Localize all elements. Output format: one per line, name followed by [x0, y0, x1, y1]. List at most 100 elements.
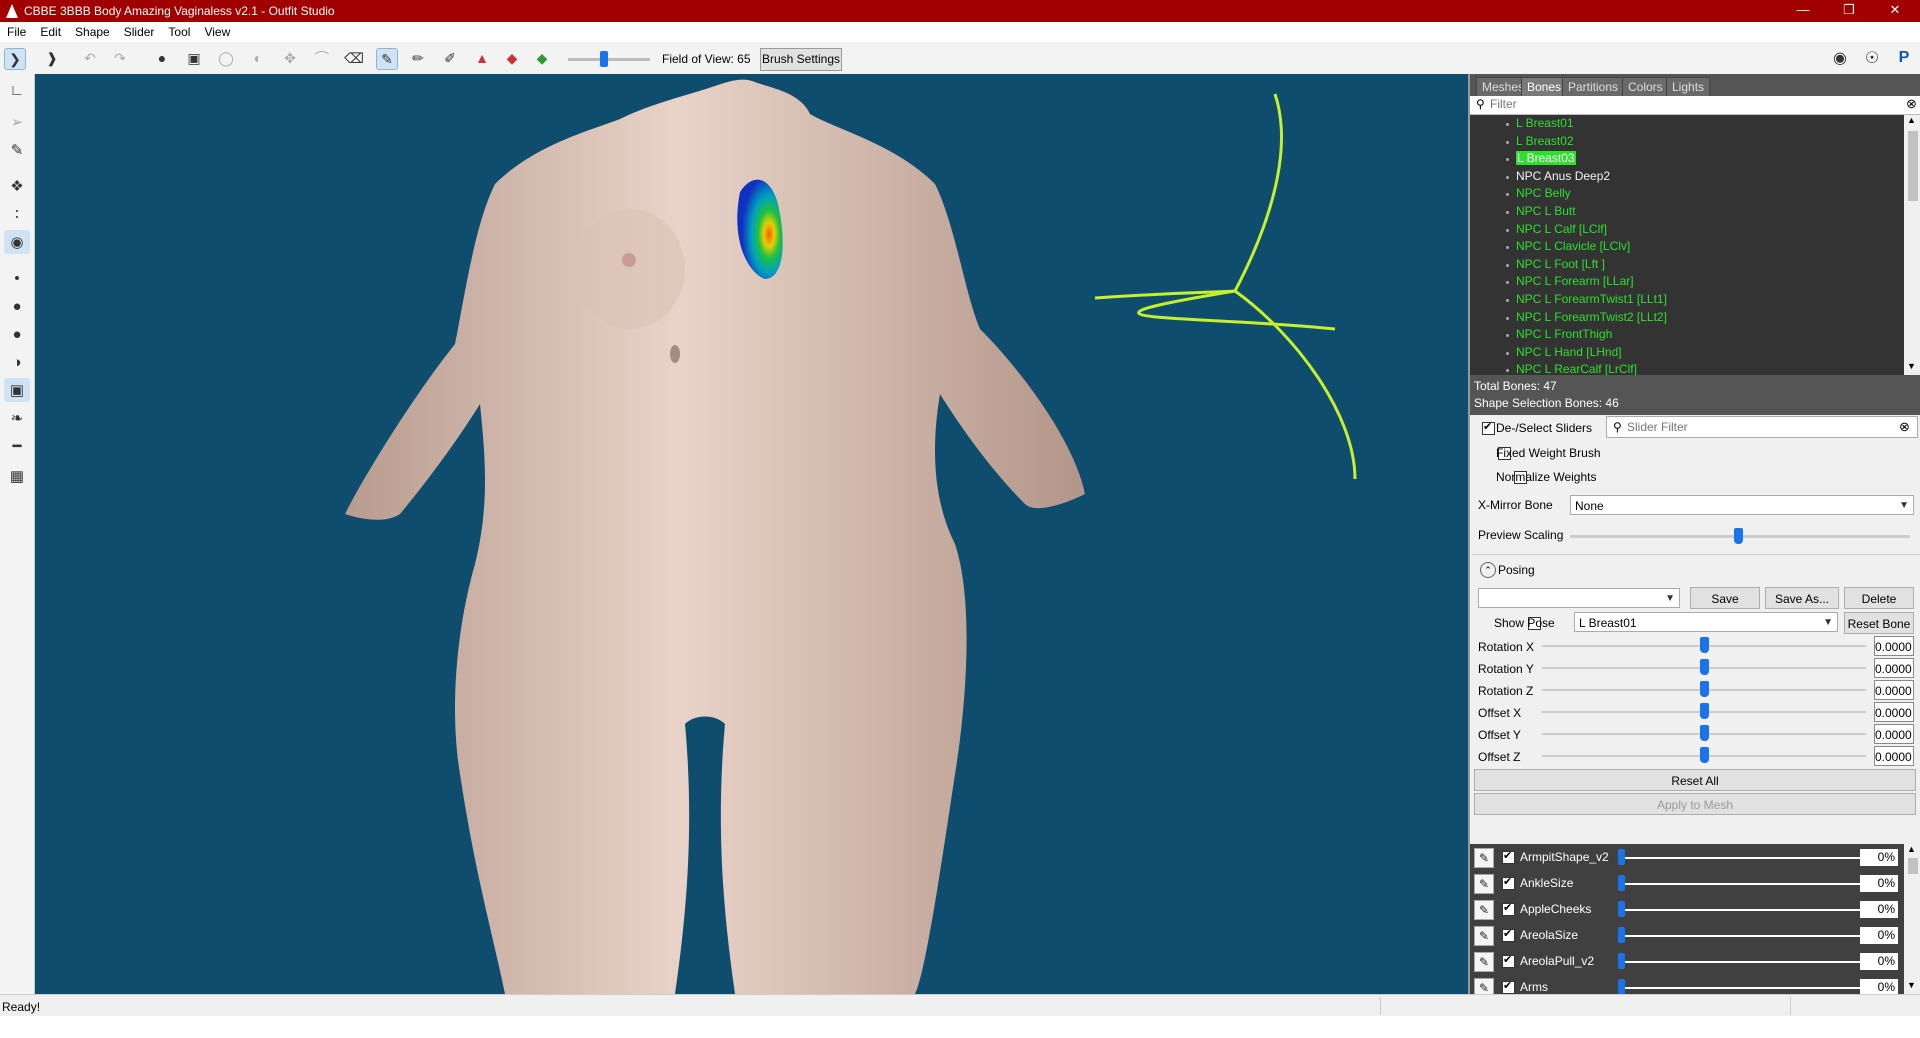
brush-size-medium-icon[interactable]: ●: [4, 294, 30, 318]
minimize-button[interactable]: —: [1780, 2, 1826, 20]
xmirror-dropdown[interactable]: None ▼: [1570, 495, 1914, 515]
chevron-up-icon[interactable]: ⌃: [1480, 562, 1496, 578]
menu-tool[interactable]: Tool: [161, 22, 197, 39]
preview-scaling-slider[interactable]: [1734, 528, 1743, 544]
slider-value[interactable]: 0%: [1860, 979, 1898, 994]
slider-thumb[interactable]: [1618, 927, 1625, 943]
slider-checkbox[interactable]: [1502, 927, 1515, 942]
slider-value[interactable]: 0%: [1860, 901, 1898, 918]
list-item[interactable]: NPC L ForearmTwist1 [LLt1]: [1470, 291, 1904, 309]
collapse-vertex-icon[interactable]: ▲: [472, 48, 492, 68]
transform-tool-icon[interactable]: ❱: [42, 48, 62, 68]
scroll-down-icon[interactable]: ▼: [1907, 361, 1916, 371]
point-display-icon[interactable]: ◉: [4, 230, 30, 254]
pivot-icon[interactable]: ❖: [4, 174, 30, 198]
list-item[interactable]: L Breast01: [1470, 115, 1904, 133]
maximize-button[interactable]: ❐: [1826, 2, 1872, 20]
list-item[interactable]: NPC Anus Deep2: [1470, 168, 1904, 186]
brush-settings-button[interactable]: Brush Settings: [760, 48, 842, 71]
tab-partitions[interactable]: Partitions: [1562, 77, 1625, 97]
menu-view[interactable]: View: [197, 22, 237, 39]
clear-filter-icon[interactable]: ⊗: [1906, 96, 1917, 112]
vertex-select-icon[interactable]: ∶: [4, 202, 30, 226]
redo-icon[interactable]: ↷: [110, 48, 130, 68]
rotation-x-slider[interactable]: [1700, 637, 1709, 653]
rotation-y-value[interactable]: 0.0000: [1874, 658, 1914, 678]
slider-thumb[interactable]: [1618, 849, 1625, 865]
axis-icon[interactable]: ∟: [4, 78, 30, 102]
slider-thumb[interactable]: [1618, 901, 1625, 917]
smooth-brush-icon[interactable]: ⌒: [312, 48, 332, 68]
scroll-thumb[interactable]: [1908, 131, 1918, 201]
bone-icon[interactable]: ❧: [4, 406, 30, 430]
fov-slider[interactable]: [600, 51, 608, 67]
slider-value[interactable]: 0%: [1860, 927, 1898, 944]
scroll-down-icon[interactable]: ▼: [1907, 980, 1916, 990]
cube-icon[interactable]: ▣: [4, 378, 30, 402]
bone-list[interactable]: L Breast01 L Breast02 L Breast03 NPC Anu…: [1470, 115, 1904, 375]
offset-x-slider[interactable]: [1700, 703, 1709, 719]
list-item[interactable]: NPC L Clavicle [LClv]: [1470, 238, 1904, 256]
rotation-y-slider[interactable]: [1700, 659, 1709, 675]
menu-edit[interactable]: Edit: [33, 22, 68, 39]
reset-bone-button[interactable]: Reset Bone: [1844, 612, 1914, 634]
reset-all-button[interactable]: Reset All: [1474, 769, 1916, 791]
move-brush-icon[interactable]: ✥: [280, 48, 300, 68]
list-item[interactable]: L Breast02: [1470, 133, 1904, 151]
weight-brush-icon[interactable]: ✎: [376, 48, 398, 70]
edit-slider-icon[interactable]: ✎: [1474, 874, 1494, 894]
list-item[interactable]: NPC L Butt: [1470, 203, 1904, 221]
edit-slider-icon[interactable]: ✎: [1474, 926, 1494, 946]
slider-thumb[interactable]: [1618, 875, 1625, 891]
save-as-pose-button[interactable]: Save As...: [1765, 587, 1839, 609]
list-item[interactable]: NPC L FrontThigh: [1470, 326, 1904, 344]
split-edge-icon[interactable]: ◆: [532, 48, 552, 68]
offset-y-value[interactable]: 0.0000: [1874, 724, 1914, 744]
select-tool-icon[interactable]: ❯: [4, 48, 26, 70]
select-brush-icon[interactable]: ▣: [184, 48, 204, 68]
3d-viewport[interactable]: [35, 74, 1468, 994]
slider-checkbox[interactable]: [1502, 849, 1515, 864]
slider-list-scrollbar[interactable]: ▲ ▼: [1904, 844, 1920, 994]
posing-header[interactable]: Posing: [1498, 563, 1535, 577]
pin-icon[interactable]: ➢: [4, 110, 30, 134]
grid-icon[interactable]: ▦: [4, 464, 30, 488]
pose-bone-dropdown[interactable]: L Breast01 ▼: [1574, 612, 1838, 632]
pose-dropdown[interactable]: ▼: [1478, 588, 1680, 608]
bone-display-icon[interactable]: ━: [4, 434, 30, 458]
bone-filter-input[interactable]: [1490, 97, 1890, 111]
offset-y-slider[interactable]: [1700, 725, 1709, 741]
edit-slider-icon[interactable]: ✎: [1474, 848, 1494, 868]
edit-slider-icon[interactable]: ✎: [1474, 952, 1494, 972]
list-item[interactable]: NPC L Calf [LClf]: [1470, 221, 1904, 239]
rotation-z-slider[interactable]: [1700, 681, 1709, 697]
slider-value[interactable]: 0%: [1860, 849, 1898, 866]
flip-edge-icon[interactable]: ◆: [502, 48, 522, 68]
list-item[interactable]: NPC L ForearmTwist2 [LLt2]: [1470, 309, 1904, 327]
deflate-brush-icon[interactable]: ◐: [248, 48, 268, 68]
rotation-x-value[interactable]: 0.0000: [1874, 636, 1914, 656]
brush-strength-icon[interactable]: ◑: [4, 350, 30, 374]
undo-icon[interactable]: ↶: [80, 48, 100, 68]
menu-file[interactable]: File: [0, 22, 33, 39]
mask-brush-icon[interactable]: ●: [152, 48, 172, 68]
tab-lights[interactable]: Lights: [1666, 77, 1711, 97]
slider-value[interactable]: 0%: [1860, 875, 1898, 892]
discord-icon[interactable]: ◉: [1830, 48, 1850, 68]
menu-shape[interactable]: Shape: [68, 22, 117, 39]
paypal-icon[interactable]: P: [1894, 48, 1914, 68]
offset-z-value[interactable]: 0.0000: [1874, 746, 1914, 766]
color-brush-icon[interactable]: ✏: [408, 48, 428, 68]
slider-checkbox[interactable]: [1502, 953, 1515, 968]
slider-checkbox[interactable]: [1502, 979, 1515, 994]
brush-size-large-icon[interactable]: ●: [4, 322, 30, 346]
rotation-z-value[interactable]: 0.0000: [1874, 680, 1914, 700]
tab-colors[interactable]: Colors: [1622, 77, 1669, 97]
edit-slider-icon[interactable]: ✎: [1474, 978, 1494, 994]
pencil-icon[interactable]: ✎: [4, 138, 30, 162]
github-icon[interactable]: ☉: [1862, 48, 1882, 68]
list-item[interactable]: NPC L Forearm [LLar]: [1470, 273, 1904, 291]
slider-thumb[interactable]: [1618, 979, 1625, 994]
edit-slider-icon[interactable]: ✎: [1474, 900, 1494, 920]
list-item[interactable]: NPC L Foot [Lft ]: [1470, 256, 1904, 274]
